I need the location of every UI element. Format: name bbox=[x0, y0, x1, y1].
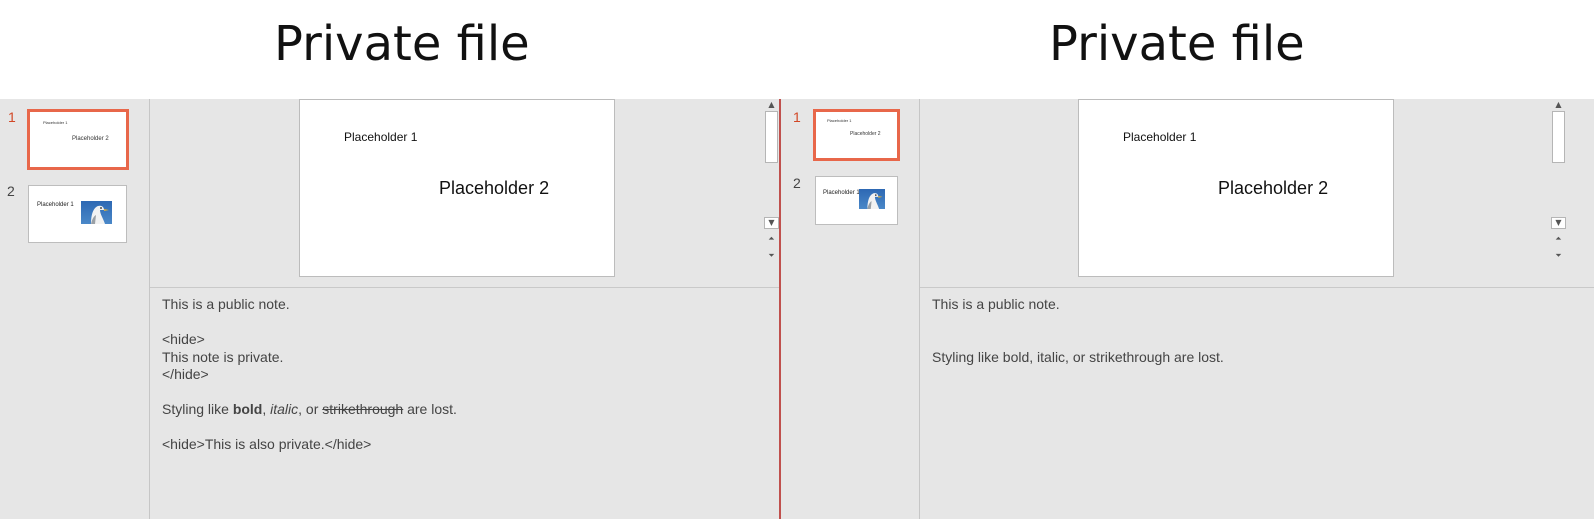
thumbnail-pane: 1 Placeholder 1 Placeholder 2 2 Placehol… bbox=[0, 99, 150, 519]
slide-number-2: 2 bbox=[793, 175, 801, 191]
slide-thumbnail-2[interactable]: Placeholder 1 bbox=[28, 185, 127, 243]
notes-blank bbox=[932, 314, 1224, 332]
slide-thumbnail-1[interactable]: Placeholder 1 Placeholder 2 bbox=[813, 109, 900, 161]
slide-editor: Placeholder 1 Placeholder 2 ▲ ▼ ⏶ ⏷ This… bbox=[150, 99, 779, 519]
slide-number-2: 2 bbox=[7, 183, 15, 199]
previous-slide-icon[interactable]: ⏶ bbox=[764, 233, 779, 245]
seagull-image bbox=[859, 189, 885, 209]
right-window: 1 Placeholder 1 Placeholder 2 2 Placehol… bbox=[781, 99, 1594, 519]
slide-thumbnail-2[interactable]: Placeholder 1 bbox=[815, 176, 898, 225]
next-slide-icon[interactable]: ⏷ bbox=[1551, 250, 1566, 262]
slide-number-1: 1 bbox=[8, 109, 16, 125]
notes-line: This note is private. bbox=[162, 348, 284, 365]
notes-line: <hide> bbox=[162, 331, 205, 347]
vertical-scrollbar[interactable]: ▲ ▼ ⏶ ⏷ bbox=[1551, 99, 1566, 287]
notes-blank bbox=[162, 314, 457, 332]
placeholder-1[interactable]: Placeholder 1 bbox=[1123, 130, 1196, 144]
thumb-placeholder-1: Placeholder 1 bbox=[823, 190, 860, 196]
thumb-placeholder-2: Placeholder 2 bbox=[850, 131, 881, 137]
thumbnail-pane: 1 Placeholder 1 Placeholder 2 2 Placehol… bbox=[781, 99, 920, 519]
slide-editor: Placeholder 1 Placeholder 2 ▲ ▼ ⏶ ⏷ This… bbox=[920, 99, 1594, 519]
slide-area: Placeholder 1 Placeholder 2 ▲ ▼ ⏶ ⏷ bbox=[920, 99, 1594, 288]
thumb-placeholder-1: Placeholder 1 bbox=[37, 202, 74, 208]
scroll-down-icon[interactable]: ▼ bbox=[1551, 217, 1566, 229]
notes-line: <hide>This is also private.</hide> bbox=[162, 436, 372, 452]
notes-styling-line: Styling like bold, italic, or strikethro… bbox=[162, 401, 457, 417]
notes-line: This is a public note. bbox=[162, 296, 290, 312]
notes-blank bbox=[162, 384, 457, 402]
next-slide-icon[interactable]: ⏷ bbox=[764, 250, 779, 262]
right-title: Private file bbox=[1049, 16, 1305, 72]
slide-number-1: 1 bbox=[793, 109, 801, 125]
slide-area: Placeholder 1 Placeholder 2 ▲ ▼ ⏶ ⏷ bbox=[150, 99, 779, 288]
vertical-scrollbar[interactable]: ▲ ▼ ⏶ ⏷ bbox=[764, 99, 779, 287]
scroll-up-icon[interactable]: ▲ bbox=[764, 99, 779, 111]
notes-blank bbox=[162, 419, 457, 437]
left-title: Private file bbox=[274, 16, 530, 72]
notes-pane[interactable]: This is a public note. Styling like bold… bbox=[932, 296, 1224, 366]
notes-line: This is a public note. bbox=[932, 296, 1060, 312]
slide-canvas[interactable]: Placeholder 1 Placeholder 2 bbox=[1078, 99, 1394, 277]
slide-canvas[interactable]: Placeholder 1 Placeholder 2 bbox=[299, 99, 615, 277]
thumb-placeholder-2: Placeholder 2 bbox=[72, 136, 109, 142]
thumb-placeholder-1: Placeholder 1 bbox=[43, 120, 68, 125]
scrollbar-thumb[interactable] bbox=[765, 111, 778, 163]
scroll-down-icon[interactable]: ▼ bbox=[764, 217, 779, 229]
notes-line: Styling like bold, italic, or strikethro… bbox=[932, 348, 1224, 365]
scroll-up-icon[interactable]: ▲ bbox=[1551, 99, 1566, 111]
left-window: 1 Placeholder 1 Placeholder 2 2 Placehol… bbox=[0, 99, 779, 519]
seagull-image bbox=[81, 201, 112, 224]
slide-thumbnail-1[interactable]: Placeholder 1 Placeholder 2 bbox=[27, 109, 129, 170]
notes-blank bbox=[932, 331, 1224, 349]
notes-pane[interactable]: This is a public note. <hide> This note … bbox=[162, 296, 457, 454]
thumb-placeholder-1: Placeholder 1 bbox=[827, 118, 852, 123]
previous-slide-icon[interactable]: ⏶ bbox=[1551, 233, 1566, 245]
placeholder-2[interactable]: Placeholder 2 bbox=[1218, 178, 1328, 199]
scrollbar-thumb[interactable] bbox=[1552, 111, 1565, 163]
placeholder-1[interactable]: Placeholder 1 bbox=[344, 130, 417, 144]
notes-line: </hide> bbox=[162, 366, 209, 382]
placeholder-2[interactable]: Placeholder 2 bbox=[439, 178, 549, 199]
